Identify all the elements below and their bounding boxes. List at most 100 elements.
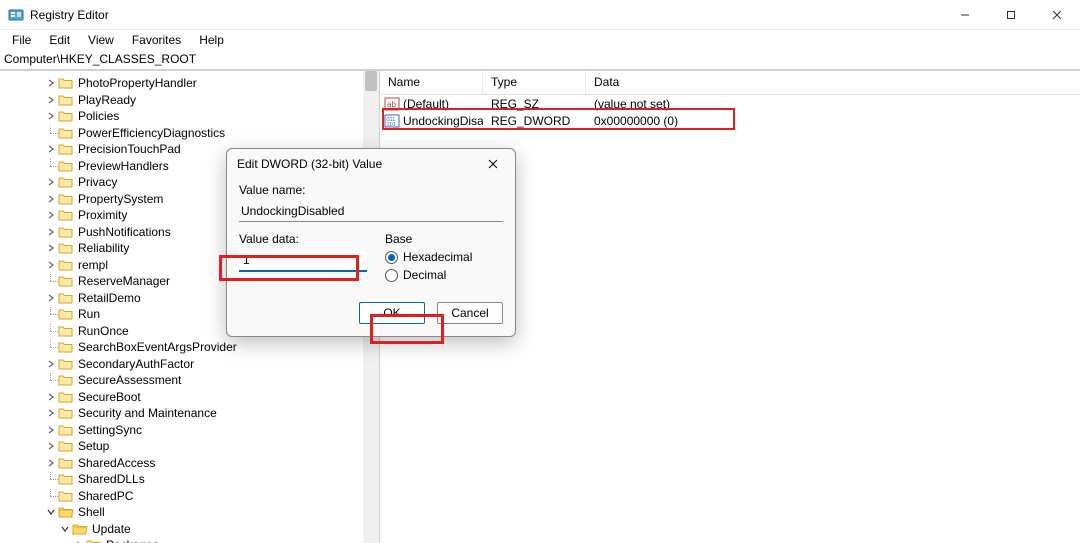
tree-item[interactable]: SecondaryAuthFactor — [2, 356, 379, 373]
menu-favorites[interactable]: Favorites — [124, 31, 189, 49]
tree-joint-icon — [44, 373, 58, 387]
chevron-right-icon[interactable] — [44, 406, 58, 420]
tree-joint-icon — [44, 274, 58, 288]
chevron-right-icon[interactable] — [44, 390, 58, 404]
radio-hexadecimal[interactable]: Hexadecimal — [385, 250, 472, 264]
tree-item[interactable]: Security and Maintenance — [2, 405, 379, 422]
address-bar[interactable]: Computer\HKEY_CLASSES_ROOT — [0, 50, 1080, 70]
radio-dec-label: Decimal — [403, 268, 446, 282]
menu-view[interactable]: View — [80, 31, 122, 49]
tree-item[interactable]: PlayReady — [2, 92, 379, 109]
chevron-right-icon[interactable] — [44, 439, 58, 453]
close-button[interactable] — [1034, 0, 1080, 30]
tree-item[interactable]: Policies — [2, 108, 379, 125]
chevron-down-icon[interactable] — [44, 505, 58, 519]
radio-icon — [385, 251, 398, 264]
folder-icon — [58, 241, 74, 255]
tree-item[interactable]: Packages — [2, 537, 379, 543]
chevron-right-icon[interactable] — [44, 241, 58, 255]
edit-dword-dialog: Edit DWORD (32-bit) Value Value name: Va… — [226, 148, 516, 337]
tree-item-label: PrecisionTouchPad — [76, 142, 181, 156]
chevron-right-icon[interactable] — [44, 423, 58, 437]
list-row[interactable]: 011110UndockingDisab...REG_DWORD0x000000… — [380, 112, 1080, 129]
tree-item[interactable]: SharedPC — [2, 488, 379, 505]
column-type[interactable]: Type — [483, 71, 586, 94]
tree-joint-icon — [44, 126, 58, 140]
menu-edit[interactable]: Edit — [41, 31, 78, 49]
folder-icon — [58, 225, 74, 239]
chevron-right-icon[interactable] — [44, 291, 58, 305]
chevron-right-icon[interactable] — [44, 225, 58, 239]
chevron-right-icon[interactable] — [44, 175, 58, 189]
tree-item-label: RunOnce — [76, 324, 129, 338]
tree-item-label: SettingSync — [76, 423, 142, 437]
chevron-right-icon[interactable] — [44, 258, 58, 272]
scrollbar-thumb[interactable] — [365, 71, 377, 91]
tree-item-label: Policies — [76, 109, 119, 123]
chevron-right-icon[interactable] — [44, 93, 58, 107]
dialog-titlebar[interactable]: Edit DWORD (32-bit) Value — [227, 149, 515, 179]
minimize-button[interactable] — [942, 0, 988, 30]
tree-joint-icon — [44, 307, 58, 321]
chevron-right-icon[interactable] — [44, 109, 58, 123]
tree-joint-icon — [44, 489, 58, 503]
tree-item-label: PropertySystem — [76, 192, 163, 206]
folder-icon — [58, 373, 74, 387]
value-name: (Default) — [403, 97, 449, 111]
tree-item-label: SearchBoxEventArgsProvider — [76, 340, 237, 354]
chevron-down-icon[interactable] — [58, 522, 72, 536]
folder-icon — [58, 258, 74, 272]
tree-item[interactable]: PhotoPropertyHandler — [2, 75, 379, 92]
value-type-icon: 011110 — [384, 113, 400, 129]
value-type: REG_DWORD — [483, 114, 586, 128]
folder-icon — [58, 357, 74, 371]
dialog-title: Edit DWORD (32-bit) Value — [237, 157, 382, 171]
svg-text:110: 110 — [387, 122, 396, 128]
maximize-button[interactable] — [988, 0, 1034, 30]
dialog-close-button[interactable] — [481, 152, 505, 176]
tree-item-label: Reliability — [76, 241, 129, 255]
chevron-right-icon[interactable] — [44, 456, 58, 470]
tree-joint-icon — [44, 340, 58, 354]
tree-item[interactable]: SharedDLLs — [2, 471, 379, 488]
menu-help[interactable]: Help — [191, 31, 232, 49]
chevron-right-icon[interactable] — [72, 538, 86, 543]
chevron-right-icon[interactable] — [44, 142, 58, 156]
column-data[interactable]: Data — [586, 71, 826, 94]
tree-item[interactable]: SharedAccess — [2, 455, 379, 472]
list-row[interactable]: ab(Default)REG_SZ(value not set) — [380, 95, 1080, 112]
menu-file[interactable]: File — [4, 31, 39, 49]
tree-item[interactable]: Shell — [2, 504, 379, 521]
folder-icon — [86, 538, 102, 543]
folder-icon — [58, 93, 74, 107]
tree-item[interactable]: SecureBoot — [2, 389, 379, 406]
tree-item[interactable]: PowerEfficiencyDiagnostics — [2, 125, 379, 142]
list-header: Name Type Data — [380, 71, 1080, 95]
folder-icon — [58, 109, 74, 123]
chevron-right-icon[interactable] — [44, 208, 58, 222]
value-name-field[interactable] — [239, 201, 503, 222]
tree-item-label: RetailDemo — [76, 291, 141, 305]
tree-item-label: SharedDLLs — [76, 472, 145, 486]
column-name[interactable]: Name — [380, 71, 483, 94]
tree-item-label: SecureBoot — [76, 390, 141, 404]
folder-icon — [58, 175, 74, 189]
tree-item[interactable]: Setup — [2, 438, 379, 455]
tree-item-label: Proximity — [76, 208, 127, 222]
tree-item[interactable]: SettingSync — [2, 422, 379, 439]
chevron-right-icon[interactable] — [44, 76, 58, 90]
folder-icon — [58, 208, 74, 222]
cancel-button[interactable]: Cancel — [437, 302, 503, 324]
tree-item[interactable]: SearchBoxEventArgsProvider — [2, 339, 379, 356]
folder-icon — [58, 76, 74, 90]
chevron-right-icon[interactable] — [44, 357, 58, 371]
chevron-right-icon[interactable] — [44, 192, 58, 206]
folder-icon — [58, 159, 74, 173]
tree-item[interactable]: SecureAssessment — [2, 372, 379, 389]
tree-item-label: Privacy — [76, 175, 117, 189]
tree-item[interactable]: Update — [2, 521, 379, 538]
radio-decimal[interactable]: Decimal — [385, 268, 472, 282]
folder-icon — [58, 423, 74, 437]
tree-joint-icon — [44, 159, 58, 173]
tree-item-label: ReserveManager — [76, 274, 170, 288]
